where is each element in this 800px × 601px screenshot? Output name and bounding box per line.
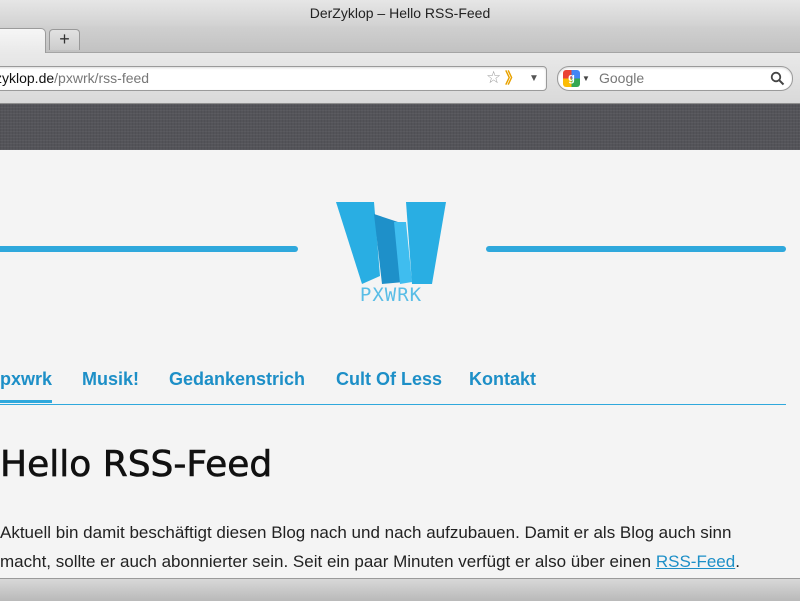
header-divider-left — [0, 246, 298, 252]
star-icon[interactable]: ☆ — [486, 67, 501, 89]
article-line-1: Aktuell bin damit beschäftigt diesen Blo… — [0, 523, 732, 542]
url-text[interactable]: zyklop.de/pxwrk/rss-feed — [0, 67, 149, 90]
bookmarks-bar — [0, 104, 800, 152]
nav-item-kontakt[interactable]: Kontakt — [469, 366, 536, 402]
address-bar[interactable]: zyklop.de/pxwrk/rss-feed ☆ 》 ▼ — [0, 66, 547, 91]
status-bar — [0, 578, 800, 601]
header-divider-right — [486, 246, 786, 252]
engine-dropdown-icon[interactable]: ▼ — [582, 67, 590, 90]
nav-item-cult-of-less[interactable]: Cult Of Less — [336, 366, 442, 402]
rss-icon[interactable]: 》 — [505, 67, 520, 90]
window-title: DerZyklop – Hello RSS-Feed — [0, 0, 800, 26]
tab-active[interactable] — [0, 28, 46, 53]
nav-item-pxwrk[interactable]: pxwrk — [0, 366, 53, 403]
main-navigation: pxwrk Musik! Gedankenstrich Cult Of Less… — [0, 366, 786, 405]
article-paragraph: Aktuell bin damit beschäftigt diesen Blo… — [0, 518, 800, 576]
url-path: /pxwrk/rss-feed — [54, 70, 150, 86]
search-placeholder[interactable]: Google — [599, 67, 644, 90]
pxwrk-logo-icon[interactable] — [334, 200, 448, 284]
chevron-down-icon[interactable]: ▼ — [529, 67, 539, 90]
navigation-toolbar: zyklop.de/pxwrk/rss-feed ☆ 》 ▼ g ▼ Googl… — [0, 53, 800, 104]
nav-item-gedankenstrich[interactable]: Gedankenstrich — [169, 366, 305, 402]
article-line-2-text: macht, sollte er auch abonnierter sein. … — [0, 552, 656, 571]
tab-strip: + — [0, 26, 800, 53]
new-tab-button[interactable]: + — [49, 29, 80, 50]
search-icon[interactable] — [770, 71, 785, 86]
google-icon[interactable]: g — [563, 70, 580, 87]
site-logo-text[interactable]: PXWRK — [341, 284, 441, 306]
url-domain: zyklop.de — [0, 70, 55, 86]
search-bar[interactable]: g ▼ Google — [557, 66, 793, 91]
article-title: Hello RSS-Feed — [0, 444, 273, 486]
rss-feed-link[interactable]: RSS-Feed — [656, 552, 735, 571]
page-content: PXWRK pxwrk Musik! Gedankenstrich Cult O… — [0, 150, 800, 578]
nav-item-musik[interactable]: Musik! — [82, 366, 139, 402]
article-line-2-end: . — [735, 552, 740, 571]
article-line-2: macht, sollte er auch abonnierter sein. … — [0, 547, 800, 576]
